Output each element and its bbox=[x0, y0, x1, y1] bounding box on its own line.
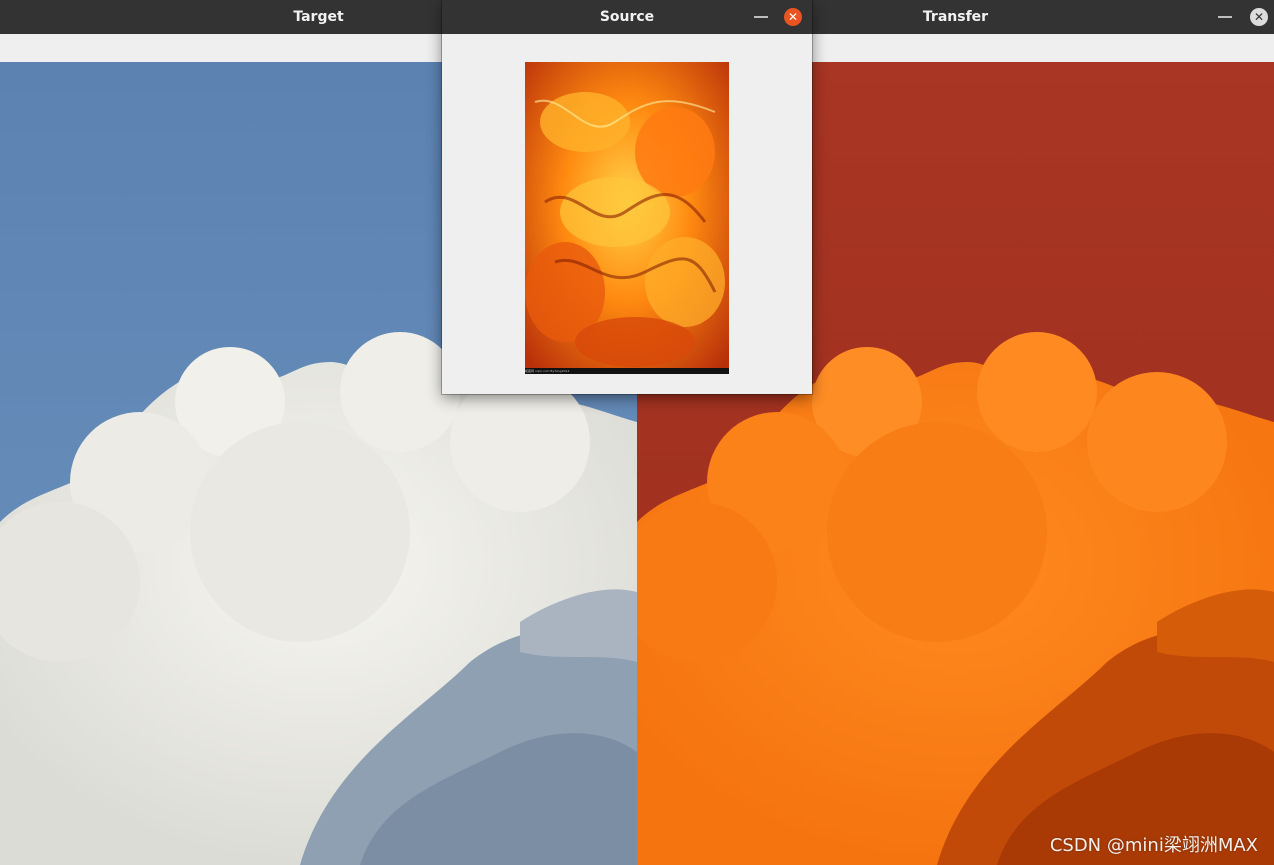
transfer-window-title: Transfer bbox=[922, 9, 989, 25]
source-close-icon[interactable]: ✕ bbox=[784, 8, 802, 26]
source-window: Source ✕ 昵图网 nipic.com By:fang2014 bbox=[442, 0, 812, 394]
target-window-title: Target bbox=[293, 9, 344, 25]
transfer-minimize-icon[interactable] bbox=[1218, 16, 1232, 18]
source-image-fire: 昵图网 nipic.com By:fang2014 bbox=[525, 62, 729, 374]
source-window-title: Source bbox=[599, 9, 655, 25]
transfer-close-icon[interactable]: ✕ bbox=[1250, 8, 1268, 26]
source-minimize-icon[interactable] bbox=[754, 16, 768, 18]
source-image-caption: 昵图网 nipic.com By:fang2014 bbox=[525, 368, 729, 374]
csdn-watermark: CSDN @mini梁翊洲MAX bbox=[1049, 835, 1258, 856]
